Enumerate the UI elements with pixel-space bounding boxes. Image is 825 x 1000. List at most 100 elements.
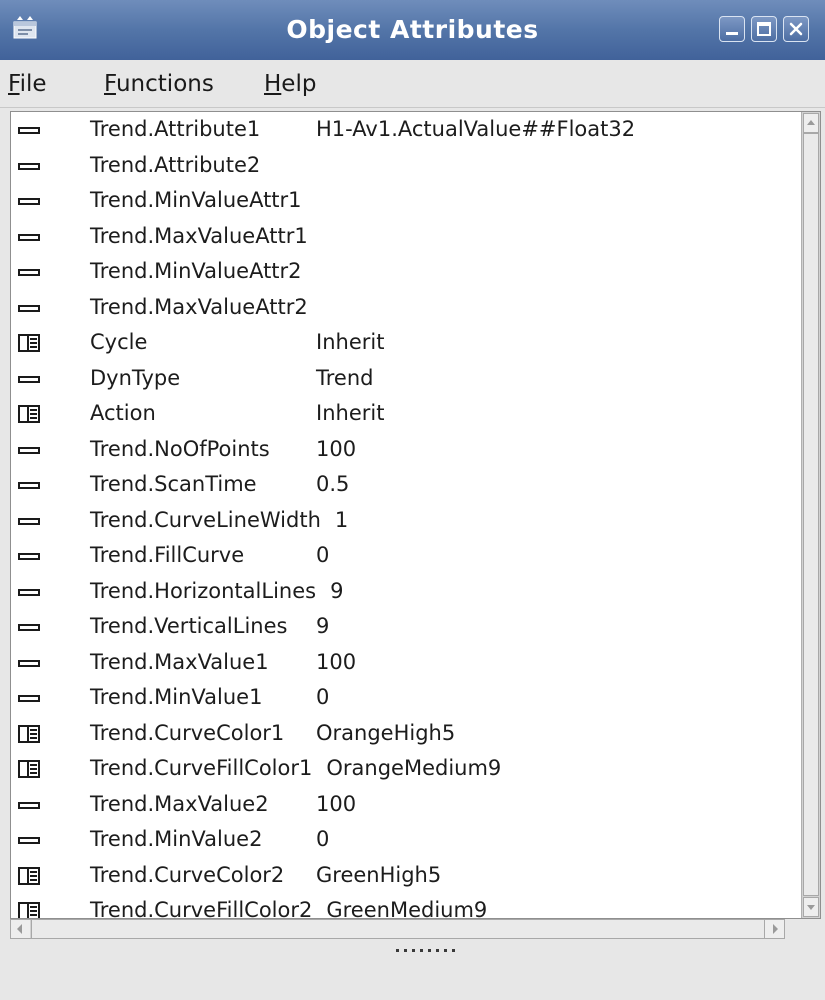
attribute-name: Trend.CurveFillColor1 — [90, 756, 313, 780]
horizontal-scrollbar[interactable] — [10, 919, 785, 939]
attribute-row[interactable]: Trend.CurveFillColor2 GreenMedium9 — [11, 893, 791, 919]
attribute-value[interactable]: GreenMedium9 — [326, 893, 487, 918]
attribute-name: Trend.MaxValueAttr2 — [90, 294, 308, 319]
attribute-row[interactable]: Trend.VerticalLines 9 — [11, 609, 791, 645]
attribute-row[interactable]: Trend.NoOfPoints 100 — [11, 432, 791, 468]
attribute-name: Action — [90, 401, 156, 425]
attribute-row[interactable]: Trend.MaxValue2 100 — [11, 787, 791, 823]
attribute-name: Trend.NoOfPoints — [90, 436, 270, 461]
attribute-icon — [17, 509, 43, 533]
bottom-pane — [0, 958, 825, 1000]
attribute-row[interactable]: Trend.MinValue1 0 — [11, 680, 791, 716]
attribute-icon — [17, 580, 43, 604]
attribute-name: Trend.VerticalLines — [90, 614, 288, 638]
attribute-icon — [17, 828, 43, 852]
attribute-row[interactable]: Trend.MaxValueAttr1 — [11, 219, 791, 255]
scroll-left-button[interactable] — [11, 920, 30, 938]
attribute-value[interactable]: 0.5 — [316, 467, 349, 503]
enum-attribute-icon — [17, 864, 43, 888]
vertical-scroll-thumb[interactable] — [803, 133, 819, 896]
scroll-up-button[interactable] — [803, 113, 819, 133]
attribute-row[interactable]: DynType Trend — [11, 361, 791, 397]
attribute-name: Trend.ScanTime — [90, 472, 257, 496]
attribute-row[interactable]: Trend.MinValue2 0 — [11, 822, 791, 858]
window-title: Object Attributes — [286, 15, 539, 44]
horizontal-scroll-thumb[interactable] — [31, 920, 765, 938]
enum-attribute-icon — [17, 757, 43, 781]
attribute-icon — [17, 118, 43, 142]
attribute-value[interactable]: 100 — [316, 787, 356, 823]
attribute-row[interactable]: Action Inherit — [11, 396, 791, 432]
attribute-row[interactable]: Trend.Attribute2 — [11, 148, 791, 184]
attribute-name: Trend.FillCurve — [90, 543, 245, 567]
attribute-value[interactable]: 0 — [316, 680, 329, 716]
attribute-row[interactable]: Cycle Inherit — [11, 325, 791, 361]
attribute-row[interactable]: Trend.ScanTime 0.5 — [11, 467, 791, 503]
attribute-icon — [17, 615, 43, 639]
attribute-value[interactable]: GreenHigh5 — [316, 858, 441, 894]
attribute-name: Trend.CurveFillColor2 — [90, 898, 313, 919]
attribute-value[interactable]: 9 — [316, 609, 329, 645]
attribute-name: Trend.MinValueAttr1 — [90, 188, 302, 212]
attribute-name: Cycle — [90, 330, 148, 354]
attribute-name: Trend.CurveLineWidth — [90, 507, 321, 532]
attribute-value[interactable]: 9 — [330, 574, 343, 610]
attribute-row[interactable]: Trend.CurveFillColor1 OrangeMedium9 — [11, 751, 791, 787]
maximize-button[interactable] — [751, 16, 777, 42]
attribute-name: Trend.HorizontalLines — [90, 578, 317, 603]
maximize-icon — [757, 22, 771, 36]
attribute-value[interactable]: 0 — [316, 538, 329, 574]
attribute-icon — [17, 225, 43, 249]
attribute-row[interactable]: Trend.Attribute1 H1-Av1.ActualValue##Floa… — [11, 112, 791, 148]
attribute-value[interactable]: 1 — [335, 503, 348, 539]
close-button[interactable] — [783, 16, 809, 42]
attribute-rows: Trend.Attribute1 H1-Av1.ActualValue##Floa… — [11, 112, 791, 919]
menu-functions[interactable]: Functions — [100, 68, 218, 100]
menu-file-mnemonic: F — [8, 71, 20, 97]
attribute-row[interactable]: Trend.MaxValue1 100 — [11, 645, 791, 681]
pane-resize-handle[interactable] — [394, 944, 458, 956]
attribute-name: Trend.Attribute1 — [90, 117, 261, 141]
title-bar[interactable]: Object Attributes — [0, 0, 825, 60]
attribute-name: Trend.MaxValue2 — [90, 791, 269, 816]
attribute-value[interactable]: Trend — [316, 361, 373, 397]
arrow-up-icon — [807, 120, 815, 125]
attribute-value[interactable]: Inherit — [316, 325, 384, 361]
menu-help-mnemonic: H — [264, 71, 282, 97]
attribute-name: Trend.MaxValue1 — [90, 649, 269, 674]
attribute-name: Trend.Attribute2 — [90, 152, 261, 177]
attribute-value[interactable]: 100 — [316, 432, 356, 468]
attribute-value[interactable]: H1-Av1.ActualValue##Float32 — [316, 112, 635, 148]
attribute-row[interactable]: Trend.MinValueAttr2 — [11, 254, 791, 290]
attribute-icon — [17, 686, 43, 710]
attribute-value[interactable]: 100 — [316, 645, 356, 681]
menu-file[interactable]: File — [4, 68, 51, 100]
attribute-name: Trend.MinValue1 — [90, 685, 263, 709]
scroll-down-button[interactable] — [803, 897, 819, 917]
menu-help[interactable]: Help — [260, 68, 320, 100]
attribute-row[interactable]: Trend.HorizontalLines 9 — [11, 574, 791, 610]
attribute-row[interactable]: Trend.CurveColor2 GreenHigh5 — [11, 858, 791, 894]
attribute-row[interactable]: Trend.CurveLineWidth 1 — [11, 503, 791, 539]
enum-attribute-icon — [17, 402, 43, 426]
attribute-row[interactable]: Trend.MaxValueAttr2 — [11, 290, 791, 326]
attribute-value[interactable]: 0 — [316, 822, 329, 858]
attribute-row[interactable]: Trend.MinValueAttr1 — [11, 183, 791, 219]
attribute-list[interactable]: Trend.Attribute1 H1-Av1.ActualValue##Floa… — [10, 111, 821, 919]
minimize-button[interactable] — [719, 16, 745, 42]
attribute-value[interactable]: OrangeMedium9 — [326, 751, 501, 787]
scroll-right-button[interactable] — [765, 920, 784, 938]
attribute-name: Trend.MinValue2 — [90, 827, 263, 851]
arrow-right-icon — [773, 924, 778, 934]
attribute-icon — [17, 438, 43, 462]
attribute-row[interactable]: Trend.FillCurve 0 — [11, 538, 791, 574]
menu-help-label: elp — [281, 71, 317, 97]
attribute-icon — [17, 189, 43, 213]
attribute-value[interactable]: OrangeHigh5 — [316, 716, 455, 752]
attribute-value[interactable]: Inherit — [316, 396, 384, 432]
attribute-row[interactable]: Trend.CurveColor1 OrangeHigh5 — [11, 716, 791, 752]
attribute-name: Trend.CurveColor1 — [90, 720, 285, 745]
attribute-name: Trend.CurveColor2 — [90, 862, 285, 887]
menu-bar: File Functions Help — [0, 60, 825, 108]
vertical-scrollbar[interactable] — [801, 112, 820, 918]
